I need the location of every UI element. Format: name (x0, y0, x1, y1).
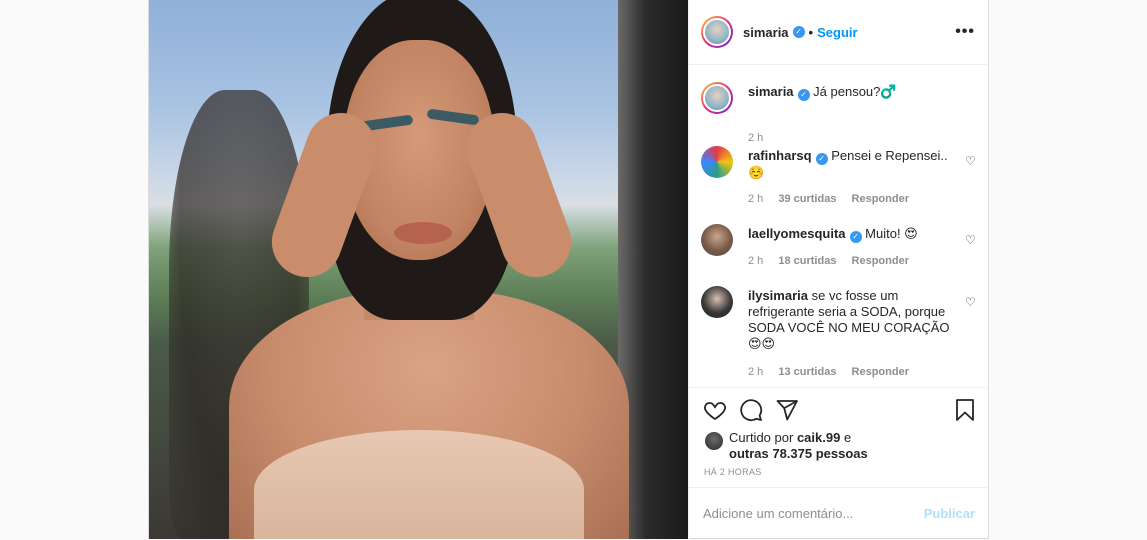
comment-likes-count[interactable]: 18 curtidas (778, 255, 836, 267)
comment-time: 2 h (748, 255, 764, 267)
verified-icon: ✓ (815, 153, 828, 165)
reply-button[interactable]: Responder (852, 193, 909, 205)
likes-prefix: Curtido por (729, 430, 794, 445)
author-username[interactable]: simaria (743, 25, 789, 40)
likes-connector: e (843, 430, 852, 445)
separator-dot: • (808, 24, 814, 40)
comment-item: rafinharsq ✓ Pensei e Repensei.. ☺️ ♡ 2 h… (701, 146, 981, 206)
verified-icon: ✓ (792, 26, 805, 38)
comment-meta: 2 h 18 curtidas Responder (748, 255, 921, 267)
comment-meta: 2 h 39 curtidas Responder (748, 193, 921, 205)
comments-list[interactable]: simaria ✓ Já pensou?♂️ 2 h rafinharsq ✓ Pe… (689, 65, 989, 387)
verified-icon: ✓ (797, 89, 810, 101)
post-timestamp[interactable]: HÁ 2 HORAS (704, 467, 762, 477)
reply-button[interactable]: Responder (852, 366, 909, 378)
more-options-icon[interactable]: ••• (955, 24, 975, 40)
caption-time: 2 h (748, 132, 764, 144)
comment-username[interactable]: rafinharsq (748, 148, 812, 163)
verified-icon: ✓ (849, 231, 862, 243)
photo-lips (394, 222, 452, 244)
comment-likes-count[interactable]: 39 curtidas (778, 193, 836, 205)
follow-button[interactable]: Seguir (817, 25, 857, 40)
publish-button[interactable]: Publicar (924, 506, 975, 521)
post-sidebar: simaria ✓ • Seguir ••• simaria ✓ Já penso… (688, 0, 989, 539)
caption-username[interactable]: simaria (748, 84, 794, 99)
caption: simaria ✓ Já pensou?♂️ 2 h (701, 82, 981, 144)
comment-time: 2 h (748, 366, 764, 378)
caption-text-block: simaria ✓ Já pensou?♂️ (748, 84, 958, 101)
caption-text: Já pensou?♂️ (813, 84, 897, 99)
liker-username[interactable]: caik.99 (797, 430, 840, 445)
comment-icon[interactable] (739, 398, 763, 422)
commenter-avatar[interactable] (701, 224, 733, 256)
comment-username[interactable]: laellyomesquita (748, 226, 846, 241)
caption-meta: 2 h (748, 132, 775, 144)
comment-username[interactable]: ilysimaria (748, 288, 808, 303)
comment-item: laellyomesquita ✓ Muito! 😍 ♡ 2 h 18 curti… (701, 224, 981, 274)
comment-text: Muito! 😍 (865, 226, 918, 241)
heart-icon[interactable] (703, 398, 727, 422)
post-card: simaria ✓ • Seguir ••• simaria ✓ Já penso… (148, 0, 989, 539)
likes-summary: Curtido por caik.99 e outras 78.375 pess… (705, 430, 868, 462)
liker-avatar[interactable] (705, 432, 723, 450)
like-comment-heart-icon[interactable]: ♡ (965, 155, 977, 167)
comment-input[interactable]: Adicione um comentário... (703, 506, 924, 521)
like-comment-heart-icon[interactable]: ♡ (965, 234, 977, 246)
post-header: simaria ✓ • Seguir ••• (689, 0, 989, 65)
commenter-avatar[interactable] (701, 286, 733, 318)
add-comment-bar: Adicione um comentário... Publicar (689, 487, 989, 539)
comment-text-block: ilysimaria se vc fosse um refrigerante s… (748, 288, 958, 352)
likes-others-link[interactable]: outras 78.375 pessoas (729, 446, 868, 461)
comment-time: 2 h (748, 193, 764, 205)
comment-text-block: laellyomesquita ✓ Muito! 😍 (748, 226, 958, 243)
comment-item: ilysimaria se vc fosse um refrigerante s… (701, 286, 981, 381)
reply-button[interactable]: Responder (852, 255, 909, 267)
post-actions: Curtido por caik.99 e outras 78.375 pess… (689, 387, 989, 487)
share-icon[interactable] (775, 398, 799, 422)
post-photo[interactable] (149, 0, 688, 539)
comment-meta: 2 h 13 curtidas Responder (748, 366, 921, 378)
comment-likes-count[interactable]: 13 curtidas (778, 366, 836, 378)
author-avatar[interactable] (701, 16, 733, 48)
action-icons (703, 398, 799, 422)
bookmark-icon[interactable] (953, 398, 977, 422)
like-comment-heart-icon[interactable]: ♡ (965, 296, 977, 308)
comment-text-block: rafinharsq ✓ Pensei e Repensei.. ☺️ (748, 148, 958, 181)
photo-bra (254, 430, 584, 539)
caption-avatar[interactable] (701, 82, 733, 114)
commenter-avatar[interactable] (701, 146, 733, 178)
